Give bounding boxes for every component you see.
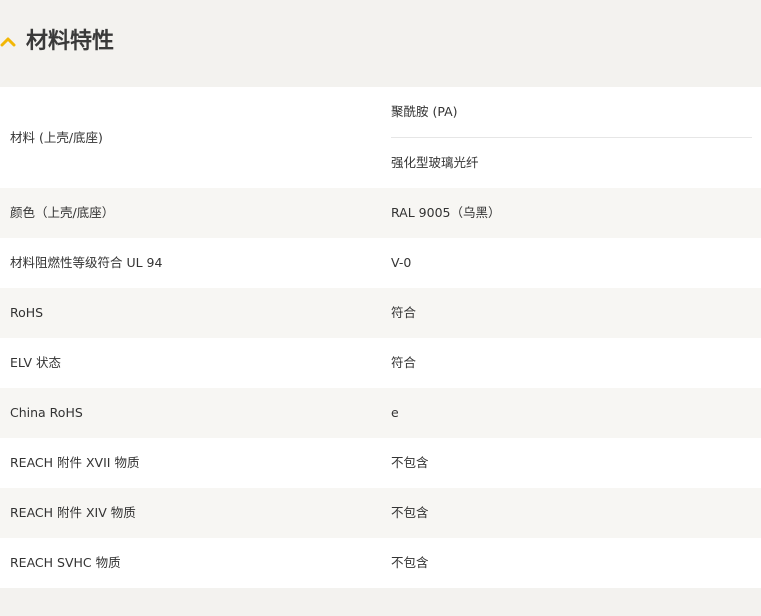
spec-value: 聚酰胺 (PA): [391, 104, 458, 119]
spec-label: ELV 状态: [10, 355, 62, 370]
spec-label: RoHS: [10, 305, 44, 320]
spec-row: 材料阻燃性等级符合 UL 94 V-0: [0, 238, 761, 288]
spec-row: REACH 附件 XIV 物质 不包含: [0, 488, 761, 538]
spec-value: V-0: [391, 255, 412, 270]
spec-label: REACH SVHC 物质: [10, 555, 121, 570]
spec-row: REACH SVHC 物质 不包含: [0, 538, 761, 588]
spec-label: 材料 (上壳/底座): [10, 130, 103, 145]
chevron-up-icon[interactable]: [0, 34, 16, 50]
spec-value: 不包含: [391, 455, 429, 470]
spec-label: China RoHS: [10, 405, 83, 420]
section-title: 材料特性: [26, 29, 115, 54]
spec-label: 颜色（上壳/底座）: [10, 205, 115, 220]
spec-value: RAL 9005（乌黑）: [391, 205, 501, 220]
spec-value: e: [391, 405, 399, 420]
spec-row: 颜色（上壳/底座） RAL 9005（乌黑）: [0, 188, 761, 238]
spec-row: China RoHS e: [0, 388, 761, 438]
spec-value: 强化型玻璃光纤: [391, 155, 479, 170]
spec-label: REACH 附件 XVII 物质: [10, 455, 140, 470]
spec-value: 不包含: [391, 555, 429, 570]
spec-label: REACH 附件 XIV 物质: [10, 505, 136, 520]
spec-label: 材料阻燃性等级符合 UL 94: [10, 255, 163, 270]
spec-value: 符合: [391, 305, 417, 320]
spec-row: RoHS 符合: [0, 288, 761, 338]
spec-row: REACH 附件 XVII 物质 不包含: [0, 438, 761, 488]
spec-table: 材料 (上壳/底座) 聚酰胺 (PA) 强化型玻璃光纤 颜色（上壳/底座） RA…: [0, 87, 761, 588]
section-header-material-properties[interactable]: 材料特性: [0, 0, 761, 87]
spec-row: ELV 状态 符合: [0, 338, 761, 388]
spec-value: 不包含: [391, 505, 429, 520]
spec-row: 材料 (上壳/底座) 聚酰胺 (PA) 强化型玻璃光纤: [0, 87, 761, 188]
spec-value: 符合: [391, 355, 417, 370]
